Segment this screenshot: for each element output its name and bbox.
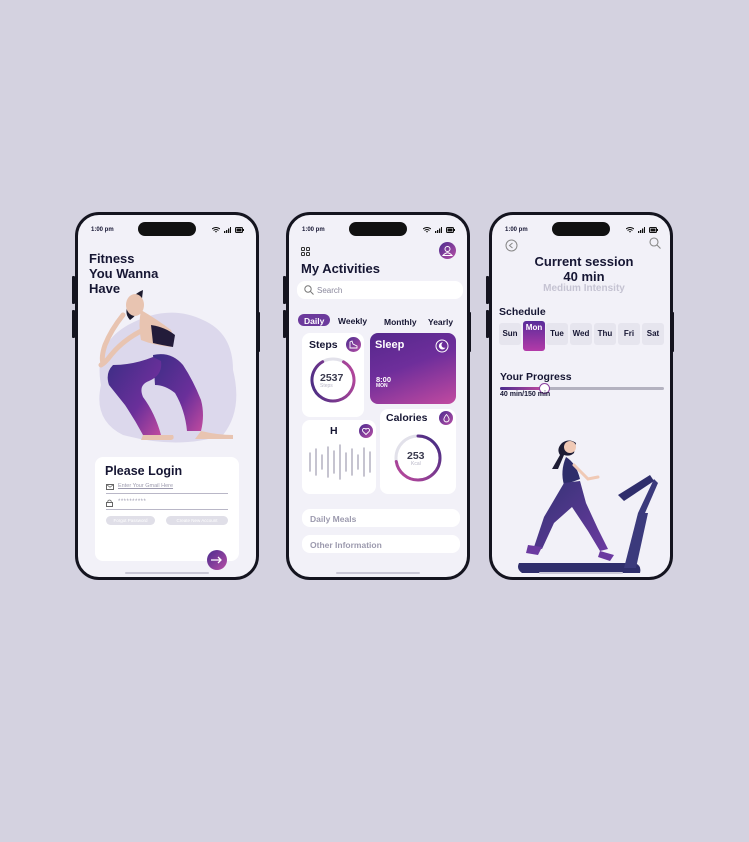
login-submit-button[interactable] [207,550,227,570]
schedule-label: Schedule [499,306,546,318]
lock-icon [106,499,113,507]
headline-line: Fitness [89,251,135,266]
tab-yearly[interactable]: Yearly [428,317,453,327]
profile-avatar[interactable] [439,242,456,259]
day-sat[interactable]: Sat [642,323,664,345]
activities-screen: 1:00 pm My Activities Search Daily Weekl… [286,212,470,580]
progress-fill [500,387,545,390]
email-field[interactable]: Enter Your Gmail Here [106,482,228,494]
status-time: 1:00 pm [91,227,114,233]
back-icon[interactable] [505,239,518,252]
day-sun[interactable]: Sun [499,323,521,345]
steps-label: Steps [309,339,338,351]
heart-rate-waveform [309,444,371,480]
other-information-row[interactable]: Other Information [302,535,460,553]
steps-badge [346,337,361,352]
yoga-illustration [98,290,237,443]
day-tue[interactable]: Tue [546,323,568,345]
password-placeholder: ********** [118,499,147,505]
search-input[interactable]: Search [297,281,463,299]
daily-meals-label: Daily Meals [310,513,357,524]
battery-icon [649,227,658,233]
session-title-line1: Current session [534,254,634,269]
heart-label: H [330,425,338,437]
headline-line: You Wanna [89,266,159,281]
email-placeholder: Enter Your Gmail Here [118,483,174,489]
day-mon-selected[interactable]: Mon [523,321,545,351]
login-screen: 1:00 pm Fitness You Wanna Have Please Lo [75,212,259,580]
search-placeholder: Search [317,285,343,295]
search-icon[interactable] [649,237,661,249]
treadmill-illustration [518,440,658,573]
sleep-label: Sleep [375,339,405,351]
day-fri[interactable]: Fri [618,323,640,345]
session-subtitle: Medium Intensity [543,283,625,294]
home-indicator [336,572,420,574]
tab-daily[interactable]: Daily [304,316,324,326]
calories-unit: Kcal [411,461,421,467]
forgot-password-button[interactable]: Forgot Password [106,516,155,525]
daily-meals-row[interactable]: Daily Meals [302,509,460,527]
tab-weekly[interactable]: Weekly [338,316,367,326]
status-bar: 1:00 pm [492,227,670,237]
wifi-icon [212,227,220,233]
sleep-day: MON [376,383,388,389]
steps-unit: Steps [320,383,333,389]
status-time: 1:00 pm [505,227,528,233]
tab-monthly[interactable]: Monthly [384,317,417,327]
progress-text: 40 min/150 min [500,391,551,398]
progress-track [500,383,664,394]
status-time: 1:00 pm [302,227,325,233]
search-icon [304,285,314,295]
login-title: Please Login [105,464,183,478]
battery-icon [235,227,244,233]
battery-icon [446,227,455,233]
calories-badge [439,411,453,425]
arrow-right-icon [211,556,222,564]
status-bar: 1:00 pm [289,227,467,237]
user-icon [442,246,453,256]
moon-icon [435,339,449,353]
wifi-icon [423,227,431,233]
wifi-icon [626,227,634,233]
menu-grid-icon[interactable] [301,247,310,256]
flame-icon [442,413,450,422]
other-information-label: Other Information [310,539,382,550]
heart-badge [359,424,373,438]
day-thu[interactable]: Thu [594,323,616,345]
progress-label: Your Progress [500,371,572,383]
home-indicator [539,572,623,574]
signal-icon [638,227,645,233]
heart-icon [362,427,370,435]
password-field[interactable]: ********** [106,498,228,510]
day-wed[interactable]: Wed [570,323,592,345]
calories-label: Calories [386,412,428,424]
session-screen: 1:00 pm Current session 40 min Medium In… [489,212,673,580]
status-bar: 1:00 pm [78,227,256,237]
mail-icon [106,484,114,490]
signal-icon [435,227,442,233]
home-indicator [125,572,209,574]
signal-icon [224,227,231,233]
shoe-icon [349,340,358,349]
activities-title: My Activities [301,261,380,276]
session-title-line2: 40 min [563,269,605,284]
create-account-button[interactable]: Create New Account [166,516,228,525]
